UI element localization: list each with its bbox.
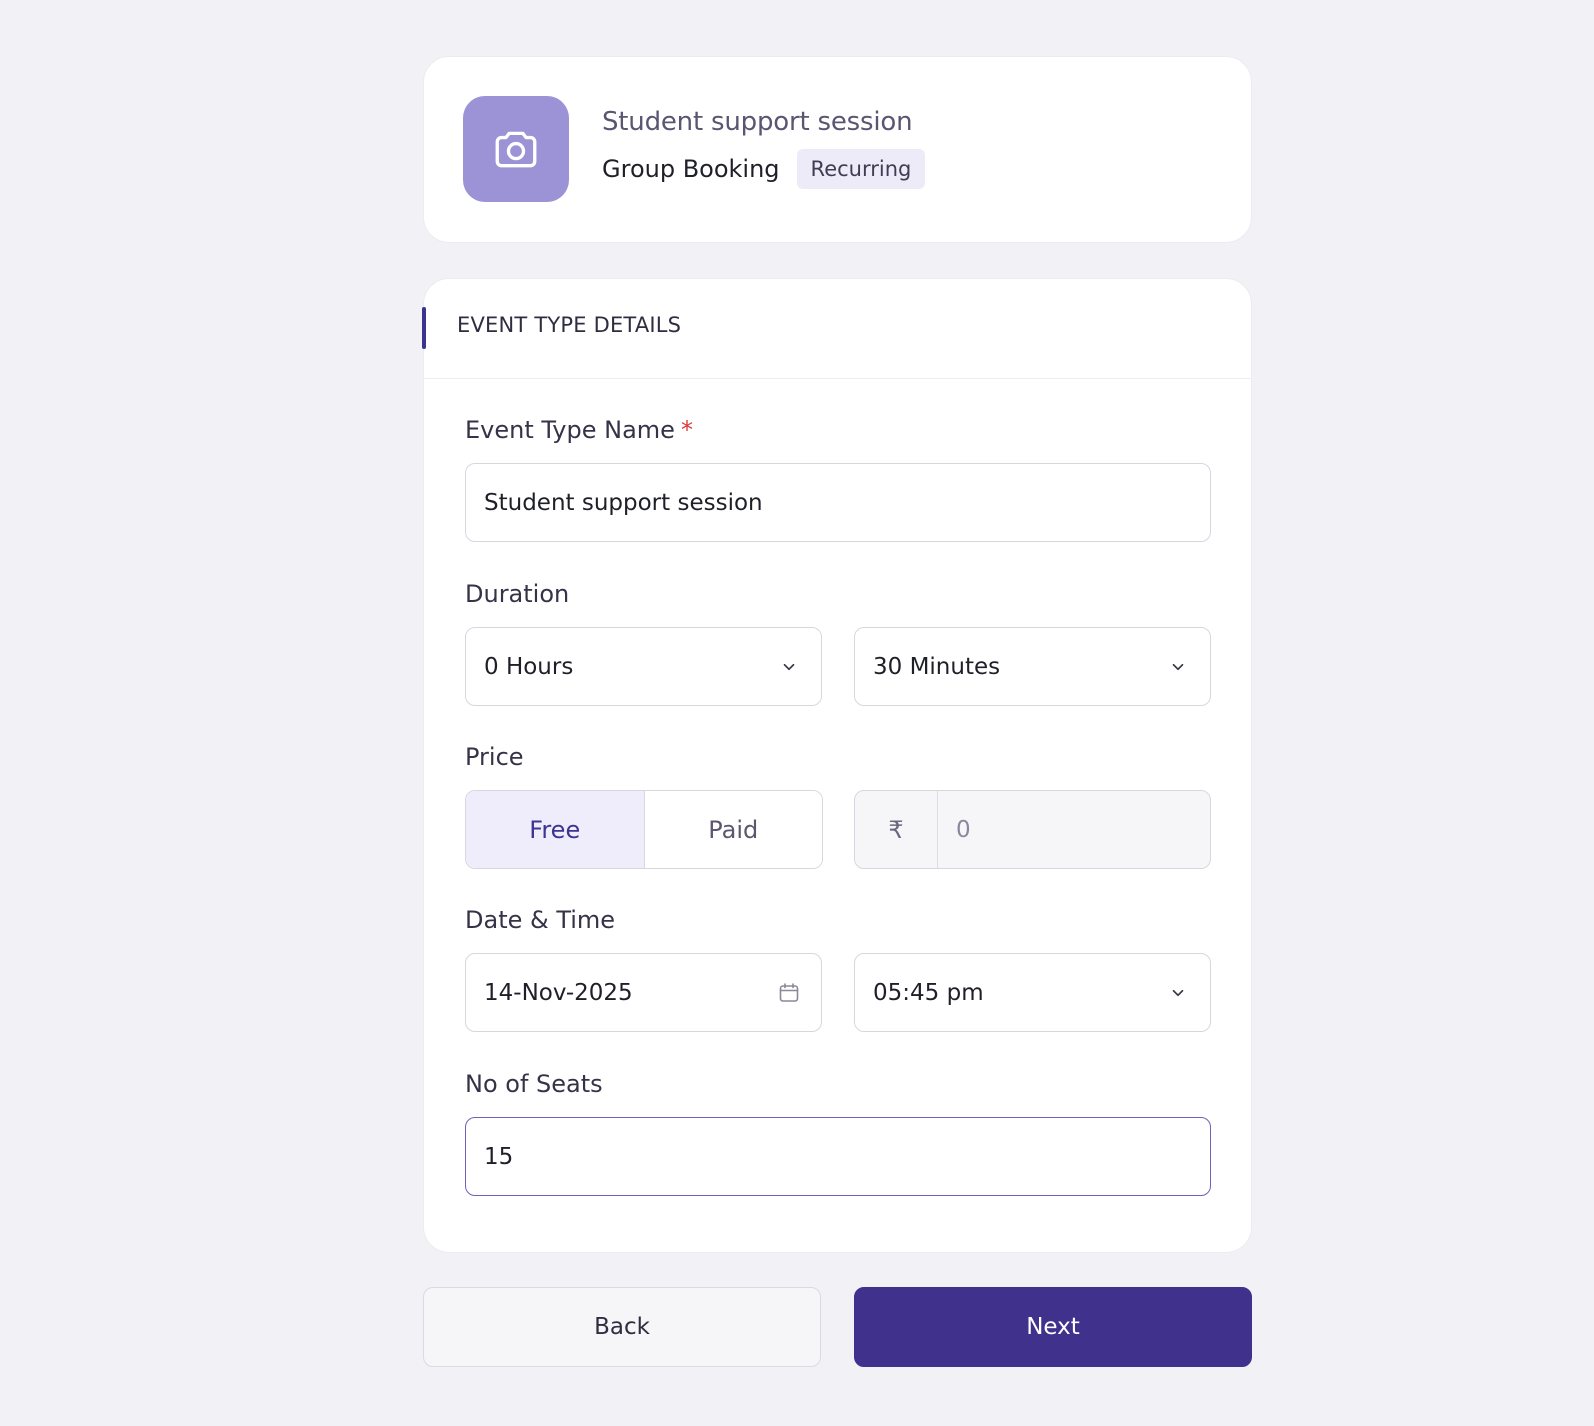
date-value: 14-Nov-2025	[484, 979, 633, 1006]
camera-icon	[495, 131, 537, 168]
date-picker-field[interactable]: 14-Nov-2025	[465, 953, 822, 1032]
section-title: EVENT TYPE DETAILS	[457, 313, 682, 337]
event-summary-title: Student support session	[602, 107, 913, 137]
event-type-name-label-text: Event Type Name	[465, 416, 675, 444]
seats-label: No of Seats	[465, 1070, 603, 1098]
price-amount-value: 0	[956, 816, 971, 843]
event-summary-meta: Group Booking Recurring	[602, 149, 926, 189]
section-accent-bar	[422, 307, 426, 349]
price-type-toggle: Free Paid	[465, 790, 823, 869]
duration-minutes-value: 30 Minutes	[873, 653, 1001, 680]
rupee-icon: ₹	[855, 791, 938, 868]
required-mark: *	[680, 416, 693, 444]
duration-hours-value: 0 Hours	[484, 653, 574, 680]
chevron-down-icon	[775, 653, 803, 681]
event-summary-card: Student support session Group Booking Re…	[423, 56, 1252, 243]
event-avatar	[463, 96, 569, 202]
chevron-down-icon	[1164, 653, 1192, 681]
event-type-name-label: Event Type Name *	[465, 416, 693, 444]
price-amount-field: ₹ 0	[854, 790, 1211, 869]
price-free-option[interactable]: Free	[466, 791, 645, 868]
time-value: 05:45 pm	[873, 979, 984, 1006]
date-time-label: Date & Time	[465, 906, 616, 934]
time-select[interactable]: 05:45 pm	[854, 953, 1211, 1032]
duration-hours-select[interactable]: 0 Hours	[465, 627, 822, 706]
booking-type-label: Group Booking	[602, 155, 780, 183]
back-button[interactable]: Back	[423, 1287, 821, 1367]
calendar-icon[interactable]	[775, 979, 803, 1007]
recurring-badge: Recurring	[796, 149, 926, 189]
next-button[interactable]: Next	[854, 1287, 1252, 1367]
duration-label: Duration	[465, 580, 570, 608]
seats-field[interactable]	[465, 1117, 1211, 1196]
duration-minutes-select[interactable]: 30 Minutes	[854, 627, 1211, 706]
price-label: Price	[465, 743, 524, 771]
event-type-details-card: EVENT TYPE DETAILS Event Type Name* Dura…	[422, 278, 1252, 1253]
seats-input[interactable]	[484, 1143, 1192, 1170]
event-type-name-input[interactable]	[484, 489, 1192, 516]
section-header: EVENT TYPE DETAILS	[422, 279, 1251, 379]
price-paid-option[interactable]: Paid	[644, 791, 822, 868]
event-type-name-field[interactable]	[465, 463, 1211, 542]
chevron-down-icon	[1164, 979, 1192, 1007]
